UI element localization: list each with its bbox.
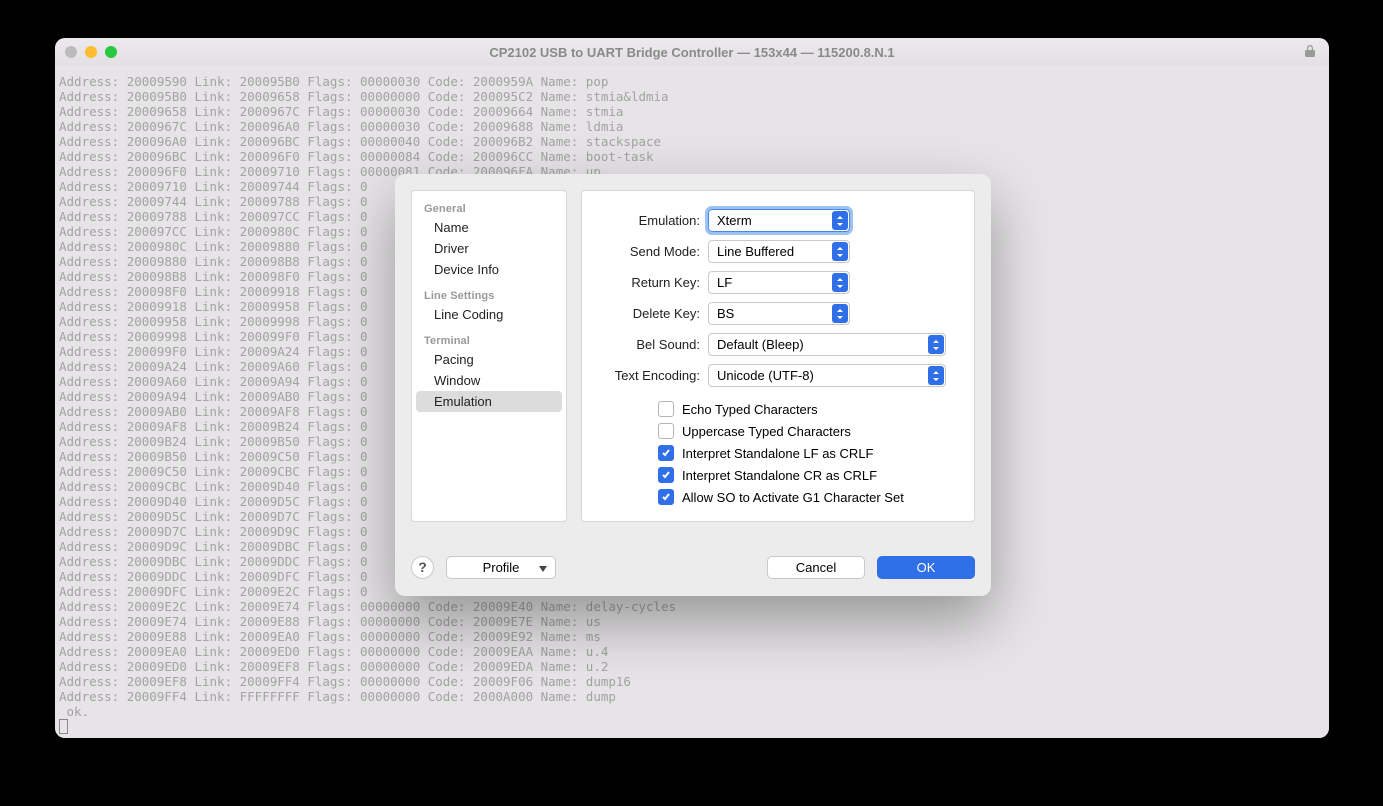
- checkbox-icon: [658, 489, 674, 505]
- updown-icon: [832, 211, 848, 230]
- belsound-select[interactable]: Default (Bleep): [708, 333, 946, 356]
- sendmode-value: Line Buffered: [717, 244, 794, 259]
- textencoding-value: Unicode (UTF-8): [717, 368, 814, 383]
- uppercase-label: Uppercase Typed Characters: [682, 424, 851, 439]
- profile-dropdown[interactable]: Profile: [446, 556, 556, 579]
- traffic-lights: [65, 38, 117, 66]
- updown-icon: [928, 366, 944, 385]
- emulation-select[interactable]: Xterm: [708, 209, 850, 232]
- sidebar-header-terminal: Terminal: [412, 325, 566, 349]
- sidebar-item-name[interactable]: Name: [416, 217, 562, 238]
- updown-icon: [928, 335, 944, 354]
- sendmode-select[interactable]: Line Buffered: [708, 240, 850, 263]
- zoom-dot-icon[interactable]: [105, 46, 117, 58]
- returnkey-select[interactable]: LF: [708, 271, 850, 294]
- echo-label: Echo Typed Characters: [682, 402, 818, 417]
- checkbox-icon: [658, 401, 674, 417]
- sidebar-item-line-coding[interactable]: Line Coding: [416, 304, 562, 325]
- lock-icon: [1303, 44, 1317, 58]
- cr-crlf-label: Interpret Standalone CR as CRLF: [682, 468, 877, 483]
- cr-crlf-checkbox[interactable]: Interpret Standalone CR as CRLF: [658, 467, 954, 483]
- emulation-checkboxes: Echo Typed Characters Uppercase Typed Ch…: [658, 401, 954, 505]
- updown-icon: [832, 304, 848, 323]
- so-g1-label: Allow SO to Activate G1 Character Set: [682, 490, 904, 505]
- minimize-dot-icon[interactable]: [85, 46, 97, 58]
- updown-icon: [832, 242, 848, 261]
- sidebar-item-pacing[interactable]: Pacing: [416, 349, 562, 370]
- belsound-value: Default (Bleep): [717, 337, 804, 352]
- returnkey-value: LF: [717, 275, 732, 290]
- sidebar-item-device-info[interactable]: Device Info: [416, 259, 562, 280]
- textencoding-select[interactable]: Unicode (UTF-8): [708, 364, 946, 387]
- emulation-label: Emulation:: [602, 213, 700, 228]
- checkbox-icon: [658, 423, 674, 439]
- sidebar-item-window[interactable]: Window: [416, 370, 562, 391]
- sendmode-label: Send Mode:: [602, 244, 700, 259]
- textencoding-label: Text Encoding:: [602, 368, 700, 383]
- close-dot-icon[interactable]: [65, 46, 77, 58]
- sidebar-header-line-settings: Line Settings: [412, 280, 566, 304]
- updown-icon: [832, 273, 848, 292]
- cancel-button[interactable]: Cancel: [767, 556, 865, 579]
- titlebar: CP2102 USB to UART Bridge Controller — 1…: [55, 38, 1329, 66]
- echo-checkbox[interactable]: Echo Typed Characters: [658, 401, 954, 417]
- lf-crlf-checkbox[interactable]: Interpret Standalone LF as CRLF: [658, 445, 954, 461]
- deletekey-label: Delete Key:: [602, 306, 700, 321]
- preferences-sidebar: General Name Driver Device Info Line Set…: [411, 190, 567, 522]
- emulation-value: Xterm: [717, 213, 752, 228]
- dialog-footer: ? Profile Cancel OK: [395, 538, 991, 596]
- window-title: CP2102 USB to UART Bridge Controller — 1…: [55, 45, 1329, 60]
- preferences-dialog: General Name Driver Device Info Line Set…: [395, 174, 991, 596]
- help-button[interactable]: ?: [411, 556, 434, 579]
- emulation-form: Emulation: Xterm Send Mode: Line Buffere…: [581, 190, 975, 522]
- deletekey-value: BS: [717, 306, 734, 321]
- checkbox-icon: [658, 445, 674, 461]
- lf-crlf-label: Interpret Standalone LF as CRLF: [682, 446, 874, 461]
- uppercase-checkbox[interactable]: Uppercase Typed Characters: [658, 423, 954, 439]
- so-g1-checkbox[interactable]: Allow SO to Activate G1 Character Set: [658, 489, 954, 505]
- belsound-label: Bel Sound:: [602, 337, 700, 352]
- profile-label: Profile: [483, 560, 520, 575]
- deletekey-select[interactable]: BS: [708, 302, 850, 325]
- sidebar-item-driver[interactable]: Driver: [416, 238, 562, 259]
- chevron-down-icon: [539, 560, 547, 575]
- returnkey-label: Return Key:: [602, 275, 700, 290]
- checkbox-icon: [658, 467, 674, 483]
- sidebar-item-emulation[interactable]: Emulation: [416, 391, 562, 412]
- sidebar-header-general: General: [412, 197, 566, 217]
- ok-button[interactable]: OK: [877, 556, 975, 579]
